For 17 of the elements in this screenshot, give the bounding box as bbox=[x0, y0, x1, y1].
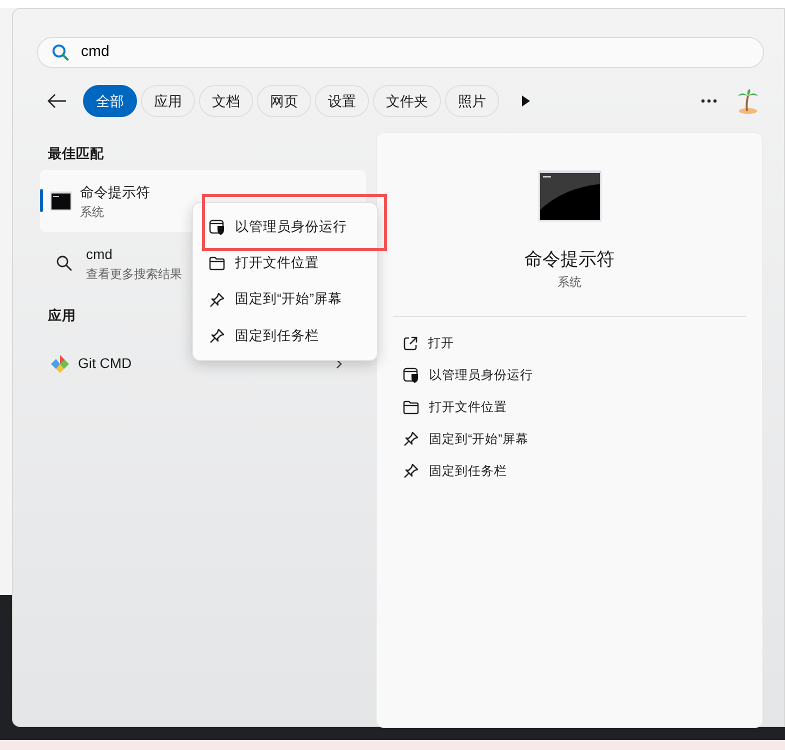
result-title: 命令提示符 bbox=[80, 182, 150, 202]
menu-label: 固定到“开始”屏幕 bbox=[235, 290, 342, 308]
section-heading: 应用 bbox=[48, 307, 76, 326]
menu-label: 固定到任务栏 bbox=[235, 326, 319, 345]
action-label: 固定到任务栏 bbox=[429, 462, 507, 480]
action-label: 打开 bbox=[428, 334, 454, 352]
action-label: 打开文件位置 bbox=[429, 398, 507, 416]
result-title: cmd bbox=[86, 244, 114, 264]
result-subtitle: 系统 bbox=[80, 204, 105, 221]
action-label: 固定到“开始”屏幕 bbox=[429, 430, 528, 448]
result-title: Git CMD bbox=[78, 354, 132, 373]
menu-label: 打开文件位置 bbox=[235, 254, 319, 272]
detail-subtitle: 系统 bbox=[558, 274, 582, 291]
action-label: 以管理员身份运行 bbox=[429, 366, 533, 384]
detail-title: 命令提示符 bbox=[524, 248, 614, 271]
section-heading: 最佳匹配 bbox=[48, 145, 104, 163]
result-subtitle: 查看更多搜索结果 bbox=[86, 266, 182, 283]
